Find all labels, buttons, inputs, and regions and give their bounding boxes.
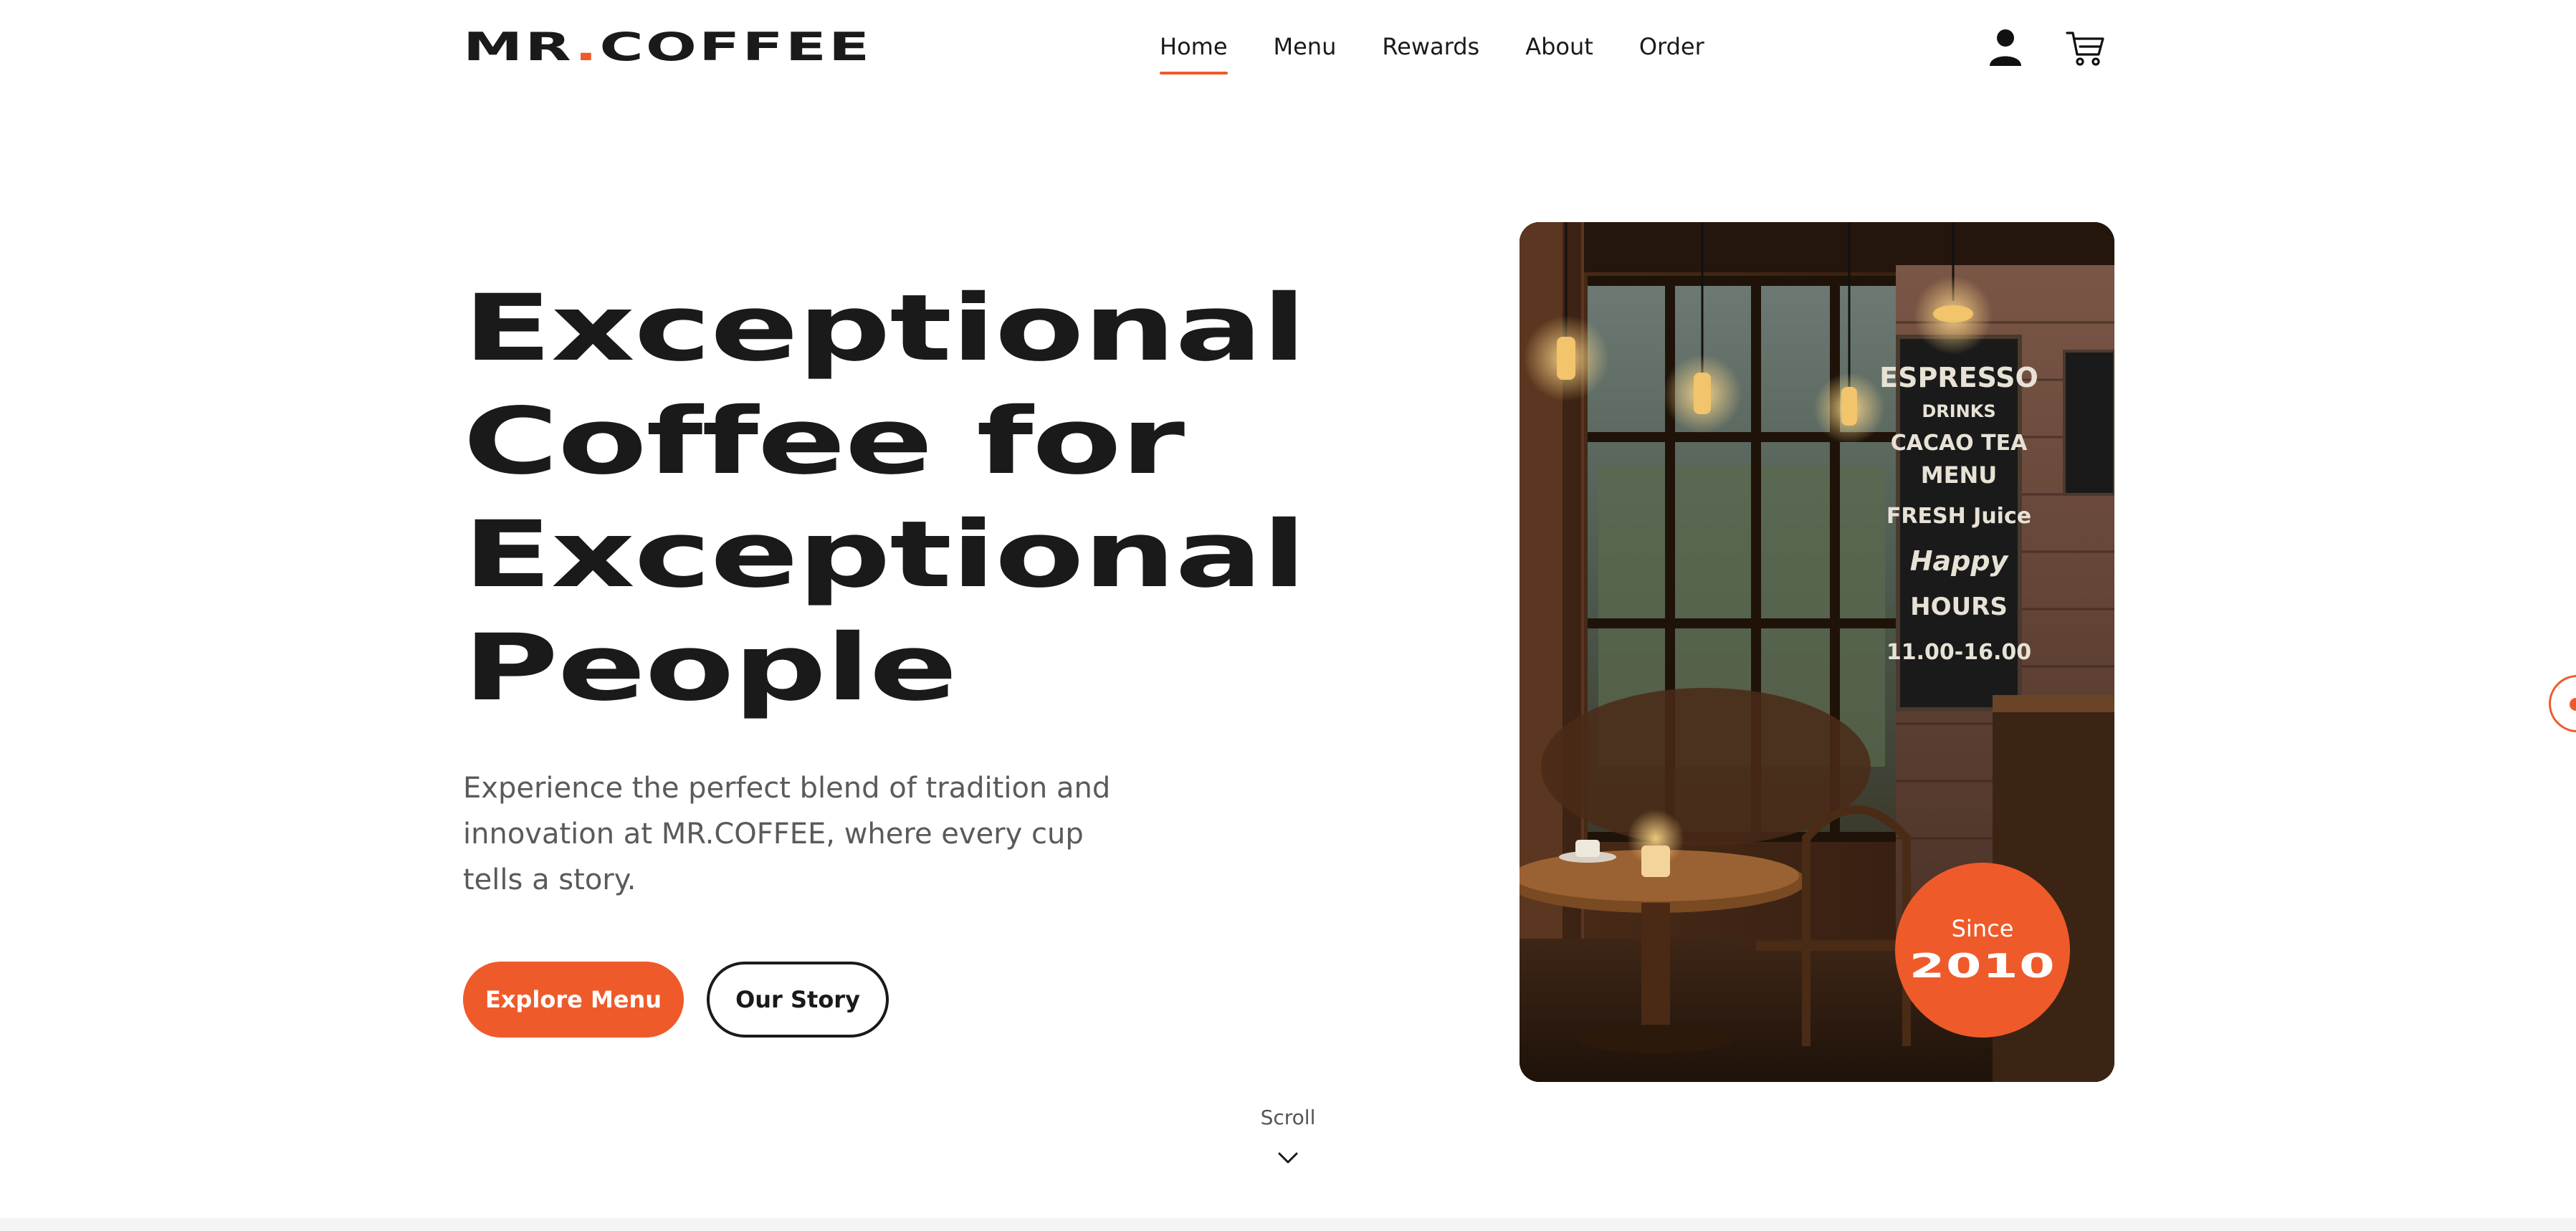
chalkboard-line: HOURS [1910, 593, 2008, 621]
side-tab-button[interactable] [2549, 675, 2576, 732]
cart-icon[interactable] [2064, 26, 2107, 69]
chalkboard-line: MENU [1921, 461, 1997, 489]
nav-item-rewards[interactable]: Rewards [1382, 29, 1479, 75]
explore-menu-button[interactable]: Explore Menu [463, 962, 684, 1038]
chalkboard-line: Happy [1910, 545, 2010, 577]
hero-subtitle: Experience the perfect blend of traditio… [463, 772, 1111, 896]
main-nav: Home Menu Rewards About Order [1160, 29, 1704, 75]
scroll-label[interactable]: Scroll [1216, 1103, 1360, 1132]
since-badge: Since 2010 [1895, 863, 2070, 1038]
logo-text-prefix: MR [463, 24, 575, 70]
logo-dot: . [574, 24, 600, 70]
side-tab-dot [2570, 698, 2576, 711]
nav-item-about[interactable]: About [1525, 29, 1593, 75]
chalkboard-line: FRESH Juice [1886, 504, 2031, 529]
next-section-edge [0, 1218, 2576, 1231]
chevron-down-icon[interactable] [1277, 1146, 1299, 1169]
logo-text-suffix: COFFEE [599, 24, 872, 70]
since-label: Since [1951, 915, 2014, 942]
brand-logo[interactable]: MR.COFFEE [463, 26, 872, 69]
since-year: 2010 [1909, 947, 2056, 985]
chalkboard-line: CACAO TEA [1891, 431, 2028, 456]
chalkboard-line: 11.00-16.00 [1886, 640, 2031, 665]
our-story-button[interactable]: Our Story [707, 962, 889, 1038]
nav-item-home[interactable]: Home [1160, 29, 1228, 75]
user-icon[interactable] [1984, 26, 2027, 69]
nav-item-menu[interactable]: Menu [1274, 29, 1337, 75]
chalkboard-line: ESPRESSO [1879, 362, 2038, 393]
chalkboard-line: DRINKS [1922, 401, 1995, 421]
nav-item-order[interactable]: Order [1639, 29, 1704, 75]
